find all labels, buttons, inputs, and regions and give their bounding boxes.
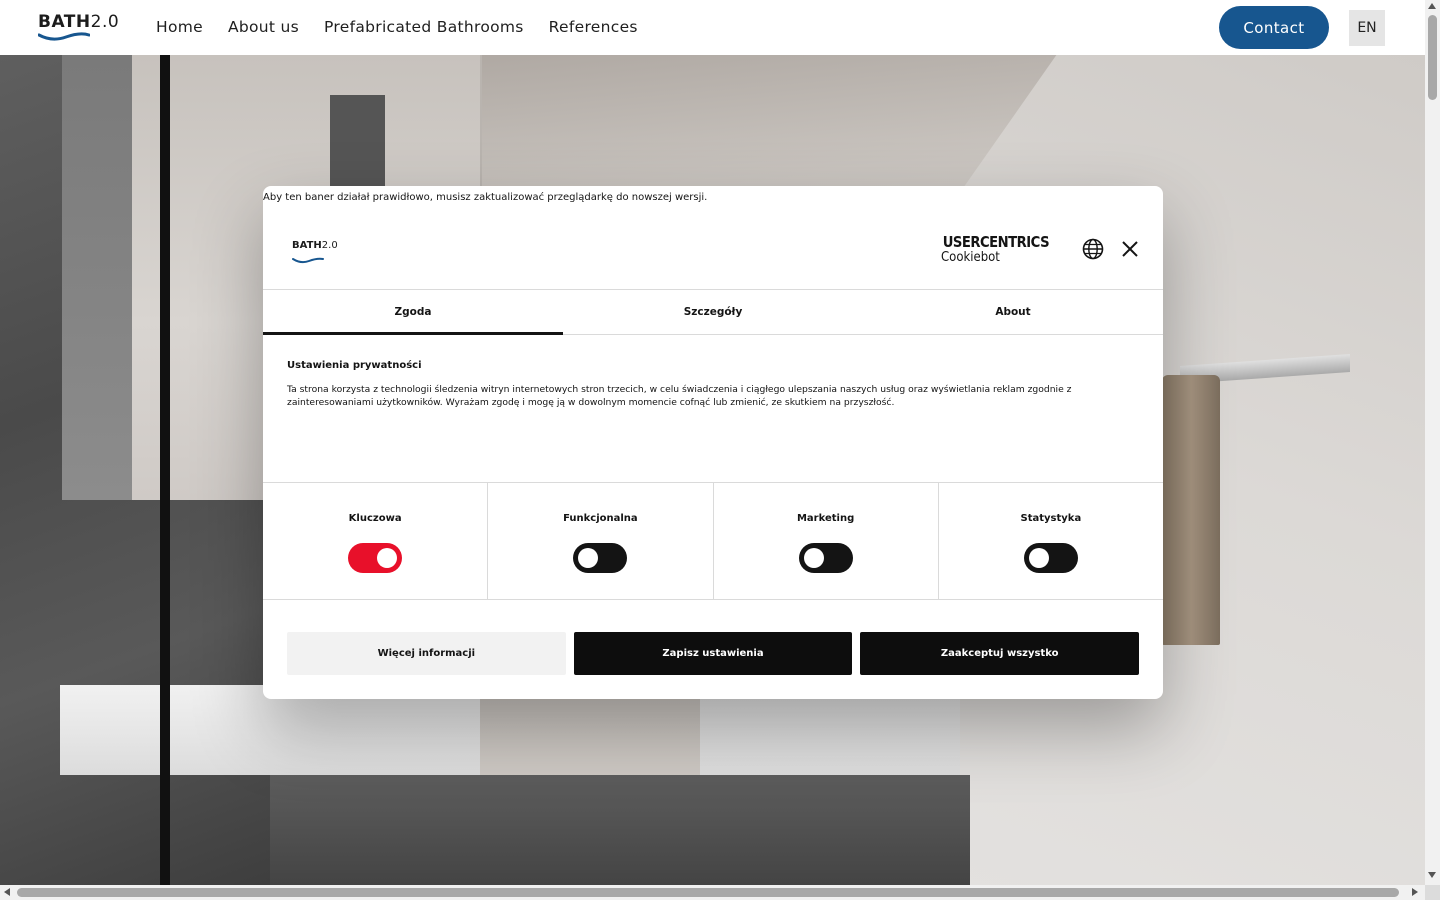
close-icon[interactable] — [1119, 238, 1141, 260]
consent-toggles: Kluczowa Funkcjonalna Marketing Statysty… — [263, 482, 1163, 600]
tab-about[interactable]: About — [863, 290, 1163, 334]
dialog-logo-wave-icon — [292, 257, 324, 264]
contact-button[interactable]: Contact — [1219, 6, 1329, 49]
dialog-logo-bold: BATH — [292, 240, 322, 251]
site-header: BATH2.0 Home About us Prefabricated Bath… — [0, 0, 1425, 55]
logo-wave-icon — [38, 32, 90, 41]
brand-cookiebot: Cookiebot — [941, 250, 1000, 265]
scroll-left-icon[interactable] — [4, 888, 10, 896]
nav-about-us[interactable]: About us — [228, 18, 299, 36]
dialog-logo: BATH2.0 — [292, 240, 342, 264]
toggle-cell-marketing: Marketing — [714, 483, 939, 599]
scroll-up-icon[interactable] — [1428, 3, 1436, 9]
brand-usercentrics: USERCENTRICS — [942, 233, 1050, 251]
toggle-label-funkcjonalna: Funkcjonalna — [563, 513, 638, 524]
browser-warning: Aby ten baner działał prawidłowo, musisz… — [263, 192, 708, 203]
toggle-label-marketing: Marketing — [796, 513, 855, 524]
main-nav: Home About us Prefabricated Bathrooms Re… — [156, 18, 638, 36]
save-settings-button[interactable]: Zapisz ustawienia — [573, 632, 853, 675]
privacy-settings-text: Ta strona korzysta z technologii śledzen… — [287, 384, 1072, 408]
toggle-kluczowa[interactable] — [348, 543, 403, 573]
dialog-logo-light: 2.0 — [321, 240, 338, 251]
nav-references[interactable]: References — [549, 18, 638, 36]
scroll-down-icon[interactable] — [1428, 872, 1436, 878]
horizontal-scroll-thumb[interactable] — [17, 888, 1399, 897]
privacy-settings-title: Ustawienia prywatności — [287, 360, 422, 371]
logo-bold: BATH — [38, 12, 91, 32]
accept-all-button[interactable]: Zaakceptuj wszystko — [860, 632, 1140, 675]
toggle-statystyka[interactable] — [1023, 543, 1078, 573]
horizontal-scrollbar[interactable] — [0, 885, 1425, 900]
nav-prefabricated-bathrooms[interactable]: Prefabricated Bathrooms — [324, 18, 524, 36]
consent-tabs: Zgoda Szczegóły About — [263, 290, 1163, 335]
language-switch[interactable]: EN — [1349, 10, 1385, 46]
tab-zgoda[interactable]: Zgoda — [263, 290, 563, 335]
toggle-funkcjonalna[interactable] — [573, 543, 628, 573]
toggle-marketing[interactable] — [798, 543, 853, 573]
vertical-scroll-thumb[interactable] — [1428, 15, 1437, 100]
consent-actions: Więcej informacji Zapisz ustawienia Zaak… — [287, 632, 1140, 675]
toggle-cell-kluczowa: Kluczowa — [263, 483, 489, 599]
vertical-scrollbar[interactable] — [1425, 0, 1440, 885]
more-info-button[interactable]: Więcej informacji — [287, 632, 566, 675]
toggle-cell-funkcjonalna: Funkcjonalna — [488, 483, 714, 599]
site-logo[interactable]: BATH2.0 — [38, 12, 120, 44]
tab-szczegoly[interactable]: Szczegóły — [563, 290, 863, 334]
usercentrics-brand[interactable]: USERCENTRICS Cookiebot — [941, 233, 1061, 267]
globe-icon[interactable] — [1081, 237, 1105, 261]
toggle-label-kluczowa: Kluczowa — [348, 513, 402, 524]
nav-home[interactable]: Home — [156, 18, 203, 36]
toggle-label-statystyka: Statystyka — [1020, 513, 1082, 524]
cookie-consent-dialog: Aby ten baner działał prawidłowo, musisz… — [263, 186, 1163, 699]
logo-light: 2.0 — [90, 12, 120, 32]
toggle-cell-statystyka: Statystyka — [939, 483, 1163, 599]
scroll-right-icon[interactable] — [1412, 888, 1418, 896]
